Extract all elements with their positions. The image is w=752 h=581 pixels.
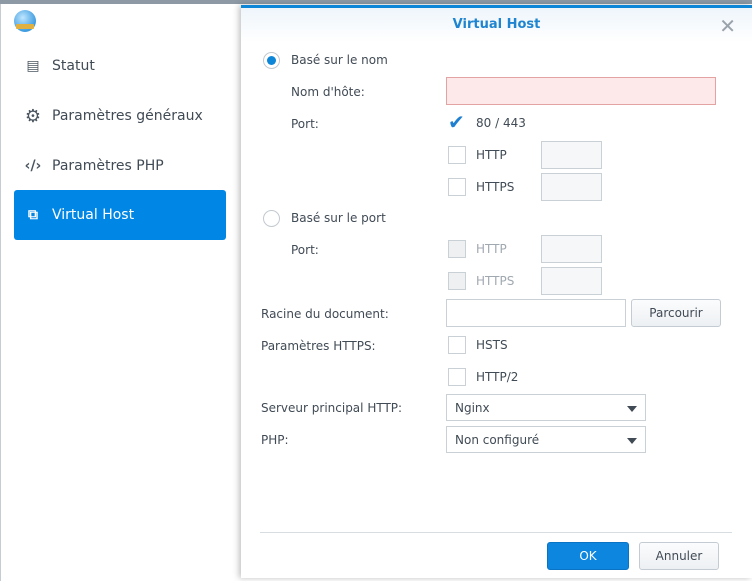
name-based-label: Basé sur le nom [291,53,388,67]
sidebar-item-virtual-host[interactable]: ⧉ Virtual Host [14,190,226,240]
php-value: Non configuré [455,432,540,447]
id-card-icon: ▤ [26,58,40,74]
browse-button[interactable]: Parcourir [631,299,721,327]
cancel-button[interactable]: Annuler [639,542,719,570]
port-label: Port: [291,117,319,131]
port-based-https-input[interactable] [541,267,602,295]
backend-label: Serveur principal HTTP: [261,401,403,415]
hostname-input[interactable] [446,77,716,105]
port-based-http-input[interactable] [541,235,602,263]
ok-button[interactable]: OK [547,542,629,570]
port-80-443-label: 80 / 443 [476,116,526,130]
port-based-port-label: Port: [291,243,319,257]
doc-root-input[interactable] [446,299,626,327]
port-based-http-checkbox[interactable] [448,240,466,258]
hsts-checkbox[interactable] [448,336,466,354]
http2-checkbox[interactable] [448,368,466,386]
footer-divider [260,532,732,533]
https-label: HTTPS [476,180,515,194]
app-logo [14,10,36,32]
port-based-https-label: HTTPS [476,274,515,288]
port-80-443-checkbox[interactable]: ✔ [448,112,466,132]
sidebar-item-label: Statut [52,58,95,74]
http-port-input[interactable] [541,141,602,169]
code-icon: ‹/› [24,158,42,174]
backend-select[interactable]: Nginx [446,394,646,421]
port-based-http-label: HTTP [476,242,507,256]
dialog-title: Virtual Host [452,17,541,32]
https-settings-label: Paramètres HTTPS: [261,339,376,353]
port-based-https-checkbox[interactable] [448,272,466,290]
sidebar-item-label: Paramètres généraux [52,108,203,124]
name-based-radio[interactable] [263,52,280,69]
port-based-label: Basé sur le port [291,211,386,225]
sidebar-item-php-settings[interactable]: ‹/› Paramètres PHP [14,142,226,190]
sidebar-item-general-settings[interactable]: ⚙ Paramètres généraux [14,92,226,140]
hostname-label: Nom d'hôte: [291,85,365,99]
http2-label: HTTP/2 [476,370,519,384]
sidebar: ▤ Statut ⚙ Paramètres généraux ‹/› Param… [0,4,241,581]
checkmark-icon: ✔ [448,110,465,134]
sidebar-item-label: Virtual Host [52,207,135,223]
http-label: HTTP [476,148,507,162]
dialog-header: Virtual Host ✕ [241,8,752,42]
dropdown-arrow-icon [627,406,637,412]
virtual-host-icon: ⧉ [28,207,38,223]
http-checkbox[interactable] [448,146,466,164]
https-checkbox[interactable] [448,178,466,196]
gear-icon: ⚙ [24,105,42,127]
https-port-input[interactable] [541,173,602,201]
doc-root-label: Racine du document: [261,307,389,321]
sidebar-item-statut[interactable]: ▤ Statut [14,42,226,90]
port-based-radio[interactable] [263,210,280,227]
sidebar-item-label: Paramètres PHP [52,158,164,174]
dropdown-arrow-icon [627,438,637,444]
backend-value: Nginx [455,400,490,415]
close-icon[interactable]: ✕ [719,14,736,38]
php-label: PHP: [261,433,289,447]
php-select[interactable]: Non configuré [446,426,646,453]
hsts-label: HSTS [476,338,508,352]
virtual-host-dialog: Virtual Host ✕ Basé sur le nom Nom d'hôt… [241,5,752,578]
